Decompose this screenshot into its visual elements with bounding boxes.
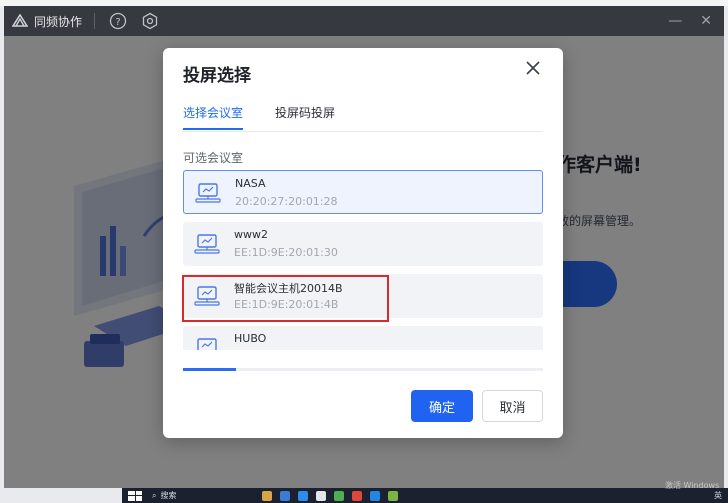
tab-select-room[interactable]: 选择会议室	[183, 104, 244, 130]
tab-bar: 选择会议室 投屏码投屏	[183, 104, 543, 132]
section-label: 可选会议室	[183, 151, 244, 165]
taskbar-search[interactable]: ⌕ 搜索	[152, 490, 252, 501]
room-mac: 20:20:27:20:01:28	[235, 195, 338, 208]
dialog-title: 投屏选择	[183, 66, 251, 86]
app-icon[interactable]	[298, 490, 308, 501]
taskbar: ⌕ 搜索 英	[122, 488, 728, 503]
horizontal-scrollbar[interactable]	[183, 368, 543, 371]
app-icon[interactable]	[334, 490, 344, 501]
room-name: HUBO	[234, 332, 267, 345]
search-icon: ⌕	[152, 490, 157, 500]
app-icon[interactable]	[352, 490, 362, 501]
svg-text:?: ?	[115, 17, 120, 28]
divider	[94, 13, 96, 29]
close-icon[interactable]	[525, 60, 541, 76]
room-name: www2	[234, 228, 268, 241]
app-icon[interactable]	[262, 490, 272, 501]
tab-label: 选择会议室	[183, 106, 244, 120]
projector-icon	[195, 183, 221, 203]
confirm-button[interactable]: 确定	[411, 390, 473, 422]
titlebar: 同频协作 ? — ✕	[4, 6, 724, 36]
projector-icon	[194, 234, 220, 254]
app-icon[interactable]	[316, 490, 326, 501]
projector-icon	[197, 338, 217, 350]
tray-language[interactable]: 英	[714, 490, 722, 501]
app-icon[interactable]	[388, 490, 398, 501]
close-icon[interactable]: ✕	[700, 13, 712, 29]
cancel-button[interactable]: 取消	[482, 390, 543, 422]
app-name: 同频协作	[34, 14, 83, 29]
activation-watermark: 激活 Windows	[665, 481, 720, 490]
logo-icon	[12, 13, 28, 29]
tab-code-projection[interactable]: 投屏码投屏	[275, 104, 335, 129]
app-icon[interactable]	[370, 490, 380, 501]
room-mac: EE:1D:9E:20:01:30	[234, 246, 338, 259]
room-name: NASA	[235, 177, 266, 190]
settings-icon[interactable]	[141, 12, 159, 30]
room-item[interactable]: NASA 20:20:27:20:01:28	[183, 170, 543, 214]
selection-highlight-box	[182, 275, 389, 322]
room-list: NASA 20:20:27:20:01:28 www2 EE:1D:9E:20:…	[183, 170, 543, 350]
scrollbar-thumb[interactable]	[183, 368, 236, 371]
windows-start-icon[interactable]	[128, 490, 142, 501]
room-item[interactable]: www2 EE:1D:9E:20:01:30	[183, 222, 543, 266]
room-item[interactable]: HUBO	[183, 326, 543, 350]
tab-label: 投屏码投屏	[275, 106, 336, 120]
app-icon[interactable]	[280, 490, 290, 501]
help-icon[interactable]: ?	[109, 12, 127, 30]
tab-underline	[183, 128, 243, 130]
search-placeholder: 搜索	[160, 491, 177, 500]
minimize-icon[interactable]: —	[668, 13, 682, 29]
system-tray: 英	[714, 490, 722, 501]
projection-dialog: 投屏选择 选择会议室 投屏码投屏 可选会议室 NASA 20:20:27:20:…	[163, 48, 563, 438]
